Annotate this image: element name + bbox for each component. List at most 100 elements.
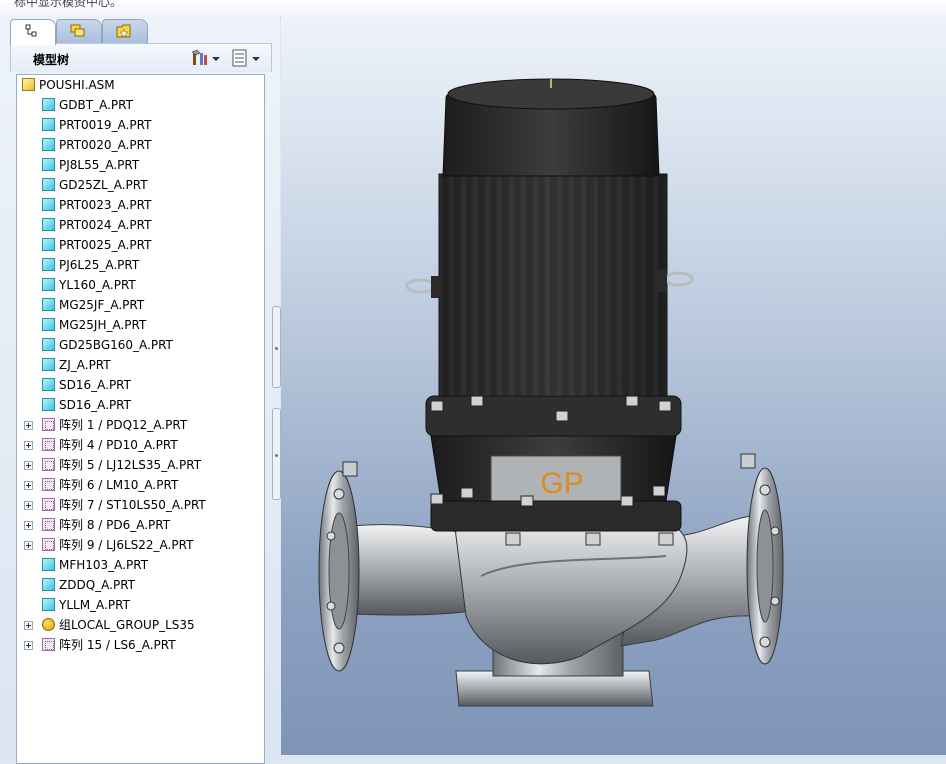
tree-item[interactable]: MG25JH_A.PRT (17, 315, 262, 335)
tree-show-button[interactable] (231, 49, 261, 67)
tab-model-tree[interactable] (10, 19, 56, 45)
tree-settings-icon (191, 49, 207, 65)
tab-favorites[interactable] (102, 19, 148, 44)
expand-toggle-icon[interactable] (24, 521, 33, 530)
tree-item-label: PJ8L55_A.PRT (59, 158, 140, 172)
pump-volute-casing (455, 513, 688, 665)
tree-item-label: 阵列 8 / PD6_A.PRT (59, 518, 171, 532)
top-hint-text: 标中显示模资中心。 (14, 0, 123, 9)
part-icon (42, 378, 55, 391)
lifting-eye-left (405, 276, 441, 298)
tree-item-label: PJ6L25_A.PRT (59, 258, 140, 272)
pane-splitter-handle[interactable] (272, 306, 281, 388)
tree-item-label: SD16_A.PRT (59, 398, 131, 412)
tree-item-label: PRT0019_A.PRT (59, 118, 152, 132)
tree-item-label: MG25JH_A.PRT (59, 318, 147, 332)
expand-toggle-icon[interactable] (24, 421, 33, 430)
tree-item[interactable]: 阵列 8 / PD6_A.PRT (17, 515, 262, 535)
tree-item[interactable]: PJ8L55_A.PRT (17, 155, 262, 175)
expand-toggle-icon[interactable] (24, 441, 33, 450)
tree-item[interactable]: MFH103_A.PRT (17, 555, 262, 575)
tree-item[interactable]: PRT0020_A.PRT (17, 135, 262, 155)
tree-item[interactable]: MG25JF_A.PRT (17, 295, 262, 315)
tree-item-label: 阵列 9 / LJ6LS22_A.PRT (59, 538, 194, 552)
pump-3d-model[interactable]: GP (281, 16, 946, 755)
tree-item[interactable]: 阵列 1 / PDQ12_A.PRT (17, 415, 262, 435)
chevron-down-icon (252, 57, 260, 61)
tree-item[interactable]: GD25ZL_A.PRT (17, 175, 262, 195)
tree-item[interactable]: PRT0019_A.PRT (17, 115, 262, 135)
part-icon (42, 338, 55, 351)
pattern-icon (42, 498, 55, 511)
pattern-icon (42, 538, 55, 551)
tree-item[interactable]: PJ6L25_A.PRT (17, 255, 262, 275)
motor-body (438, 78, 668, 397)
tree-item[interactable]: GDBT_A.PRT (17, 95, 262, 115)
tree-item[interactable]: 组LOCAL_GROUP_LS35 (17, 615, 262, 635)
model-tree-icon (25, 24, 37, 37)
expand-toggle-icon[interactable] (24, 481, 33, 490)
tree-item[interactable]: GD25BG160_A.PRT (17, 335, 262, 355)
navigator-pane: 模型树 POUSHI.ASM GDBT_A.PRT PRT0019_A.PRT … (0, 16, 281, 764)
pattern-icon (42, 438, 55, 451)
tree-item[interactable]: 阵列 5 / LJ12LS35_A.PRT (17, 455, 262, 475)
part-icon (42, 358, 55, 371)
pattern-icon (42, 418, 55, 431)
expand-toggle-icon[interactable] (24, 621, 33, 630)
tree-item-label: PRT0023_A.PRT (59, 198, 152, 212)
tree-item-label: MFH103_A.PRT (59, 558, 149, 572)
model-tree: POUSHI.ASM GDBT_A.PRT PRT0019_A.PRT PRT002… (16, 74, 265, 764)
favorites-folder-icon (116, 24, 131, 38)
lifting-eye-right (657, 270, 694, 292)
tree-item[interactable]: PRT0024_A.PRT (17, 215, 262, 235)
tree-item[interactable]: ZJ_A.PRT (17, 355, 262, 375)
tree-item[interactable]: SD16_A.PRT (17, 375, 262, 395)
tab-folder-browser[interactable] (56, 19, 102, 44)
part-icon (42, 258, 55, 271)
tree-item-label: SD16_A.PRT (59, 378, 131, 392)
tree-item[interactable]: ZDDQ_A.PRT (17, 575, 262, 595)
part-icon (42, 198, 55, 211)
expand-toggle-icon[interactable] (24, 501, 33, 510)
tree-item[interactable]: PRT0023_A.PRT (17, 195, 262, 215)
tree-item[interactable]: 阵列 7 / ST10LS50_A.PRT (17, 495, 262, 515)
tree-settings-button[interactable] (191, 49, 221, 67)
tree-item-label: 阵列 7 / ST10LS50_A.PRT (59, 498, 206, 512)
part-icon (42, 98, 55, 111)
part-icon (42, 178, 55, 191)
tree-item[interactable]: 阵列 4 / PD10_A.PRT (17, 435, 262, 455)
tree-item[interactable]: SD16_A.PRT (17, 395, 262, 415)
tree-root-item[interactable]: POUSHI.ASM (17, 75, 262, 95)
tree-item-label: ZJ_A.PRT (59, 358, 111, 372)
tree-item[interactable]: YL160_A.PRT (17, 275, 262, 295)
tree-item-label: YL160_A.PRT (59, 278, 136, 292)
tree-item[interactable]: 阵列 15 / LS6_A.PRT (17, 635, 262, 655)
group-icon (42, 618, 55, 631)
pump-bracket (425, 395, 682, 532)
chevron-down-icon (212, 57, 220, 61)
part-icon (42, 158, 55, 171)
tree-item-label: PRT0025_A.PRT (59, 238, 152, 252)
tree-item[interactable]: YLLM_A.PRT (17, 595, 262, 615)
pane-splitter-handle-lower[interactable] (272, 408, 281, 500)
tree-item[interactable]: PRT0025_A.PRT (17, 235, 262, 255)
assembly-icon (22, 78, 35, 91)
expand-toggle-icon[interactable] (24, 641, 33, 650)
tree-item-label: ZDDQ_A.PRT (59, 578, 135, 592)
expand-toggle-icon[interactable] (24, 541, 33, 550)
tree-item[interactable]: 阵列 9 / LJ6LS22_A.PRT (17, 535, 262, 555)
tree-item-label: GD25ZL_A.PRT (59, 178, 148, 192)
tree-item-label: 阵列 6 / LM10_A.PRT (59, 478, 179, 492)
part-icon (42, 578, 55, 591)
tree-item-label: GD25BG160_A.PRT (59, 338, 173, 352)
part-icon (42, 118, 55, 131)
graphics-viewport[interactable]: GP (281, 16, 946, 755)
expand-toggle-icon[interactable] (24, 461, 33, 470)
part-icon (42, 318, 55, 331)
tree-show-icon (232, 49, 247, 67)
pump-logo-text: GP (540, 467, 583, 500)
folder-browser-icon (70, 24, 85, 37)
tree-item[interactable]: 阵列 6 / LM10_A.PRT (17, 475, 262, 495)
pattern-icon (42, 638, 55, 651)
tree-item-label: 阵列 5 / LJ12LS35_A.PRT (59, 458, 202, 472)
